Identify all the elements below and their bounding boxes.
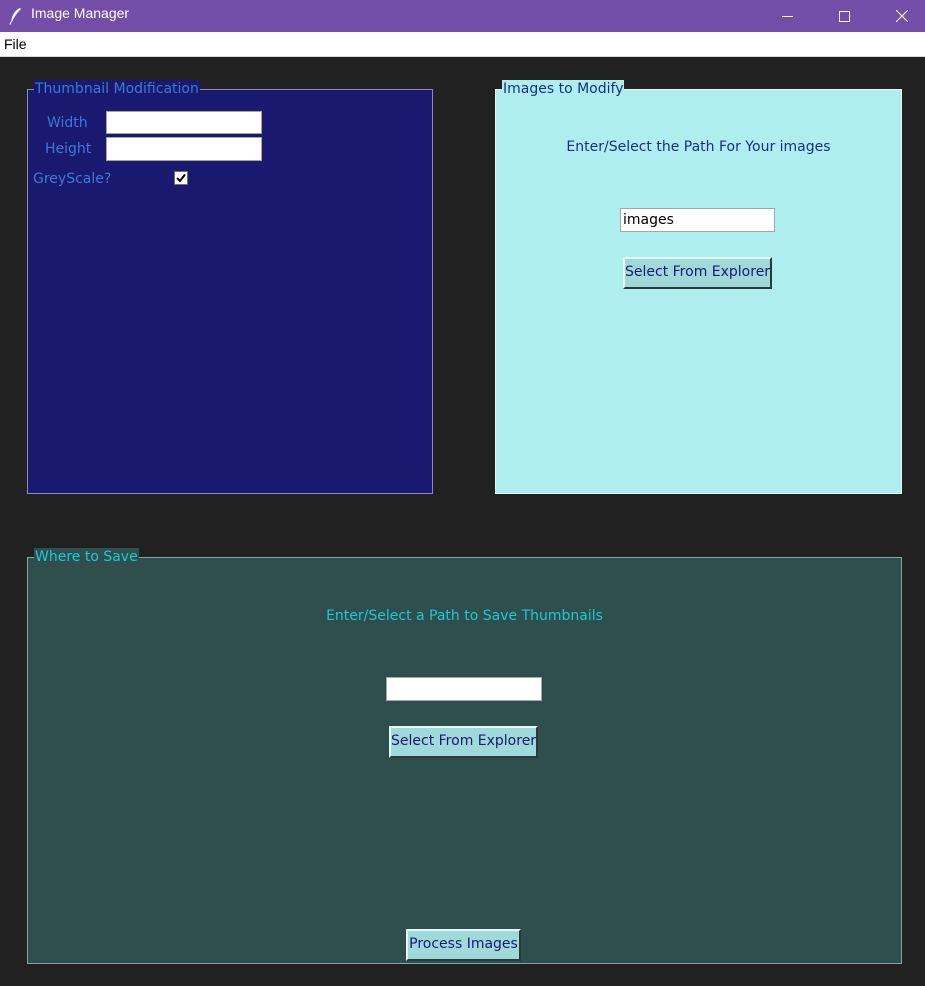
process-images-button[interactable]: Process Images	[406, 929, 521, 961]
greyscale-label: GreyScale?	[33, 171, 112, 187]
save-instruction: Enter/Select a Path to Save Thumbnails	[326, 608, 603, 624]
greyscale-checkbox[interactable]	[174, 171, 188, 185]
width-label: Width	[47, 115, 88, 131]
images-path-input[interactable]	[620, 208, 775, 232]
close-button[interactable]	[879, 0, 925, 32]
menu-file[interactable]: File	[4, 36, 27, 52]
window-title: Image Manager	[31, 5, 130, 21]
menu-bar: File	[0, 32, 925, 57]
maximize-icon	[838, 10, 850, 22]
close-icon	[896, 10, 908, 22]
height-input[interactable]	[106, 137, 262, 161]
images-select-button[interactable]: Select From Explorer	[623, 257, 772, 289]
minimize-button[interactable]	[764, 0, 810, 32]
title-bar[interactable]: Image Manager	[0, 0, 925, 32]
maximize-button[interactable]	[821, 0, 867, 32]
thumbnail-frame-label: Thumbnail Modification	[34, 80, 200, 98]
height-label: Height	[45, 141, 92, 157]
save-select-button[interactable]: Select From Explorer	[389, 726, 538, 758]
images-instruction: Enter/Select the Path For Your images	[566, 139, 831, 155]
images-frame-label: Images to Modify	[502, 80, 625, 98]
feather-icon	[9, 7, 23, 25]
checkmark-icon	[176, 173, 186, 183]
save-frame-label: Where to Save	[34, 548, 139, 566]
minimize-icon	[781, 15, 793, 17]
width-input[interactable]	[106, 111, 262, 134]
save-path-input[interactable]	[386, 677, 542, 701]
